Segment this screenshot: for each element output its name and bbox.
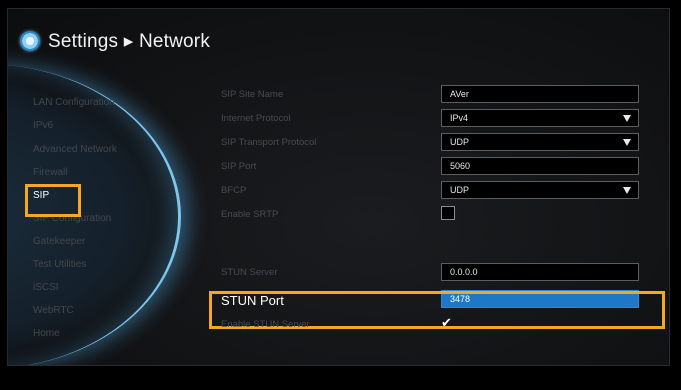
sip-highlight-box [25,184,81,217]
dropdown-arrow-icon [623,187,631,194]
sidebar-item-advanced-network[interactable]: Advanced Network [33,144,117,155]
sidebar-item-gatekeeper[interactable]: Gatekeeper [33,236,85,247]
enable-srtp-label: Enable SRTP [221,209,279,220]
dropdown-arrow-icon [623,139,631,146]
check-icon[interactable]: ✔ [441,317,455,331]
sip-port-label: SIP Port [221,161,257,172]
sip-transport-protocol-label: SIP Transport Protocol [221,137,317,148]
sip-site-name-label: SIP Site Name [221,89,284,100]
internet-protocol-value: IPv4 [450,113,469,123]
sidebar-item-iscsi[interactable]: iSCSI [33,282,59,293]
sidebar-item-lan-configuration[interactable]: LAN Configuration [33,97,115,108]
sidebar-item-ipv6[interactable]: IPv6 [33,120,53,131]
enable-stun-server-label: Enable STUN Server [221,319,310,330]
sip-transport-protocol-value: UDP [450,137,470,147]
sip-transport-protocol-select[interactable]: UDP [441,133,639,151]
page-title: Settings ▸ Network [48,30,211,52]
page-header: Settings ▸ Network [20,26,210,56]
gear-icon [20,31,40,51]
bfcp-label: BFCP [221,185,247,196]
sidebar-item-webrtc[interactable]: WebRTC [33,305,74,316]
dropdown-arrow-icon [623,115,631,122]
sidebar-item-test-utilities[interactable]: Test Utilities [33,259,86,270]
stun-server-input[interactable]: 0.0.0.0 [441,263,639,281]
stun-server-label: STUN Server [221,267,278,278]
bfcp-value: UDP [450,185,470,195]
internet-protocol-label: Internet Protocol [221,113,291,124]
settings-screen: Settings ▸ Network LAN Configuration IPv… [7,8,670,366]
sidebar-item-firewall[interactable]: Firewall [33,167,67,178]
internet-protocol-select[interactable]: IPv4 [441,109,639,127]
enable-srtp-checkbox[interactable] [441,206,455,220]
sip-site-name-input[interactable]: AVer [441,85,639,103]
sip-port-input[interactable]: 5060 [441,157,639,175]
sidebar-item-home[interactable]: Home [33,328,60,339]
bfcp-select[interactable]: UDP [441,181,639,199]
